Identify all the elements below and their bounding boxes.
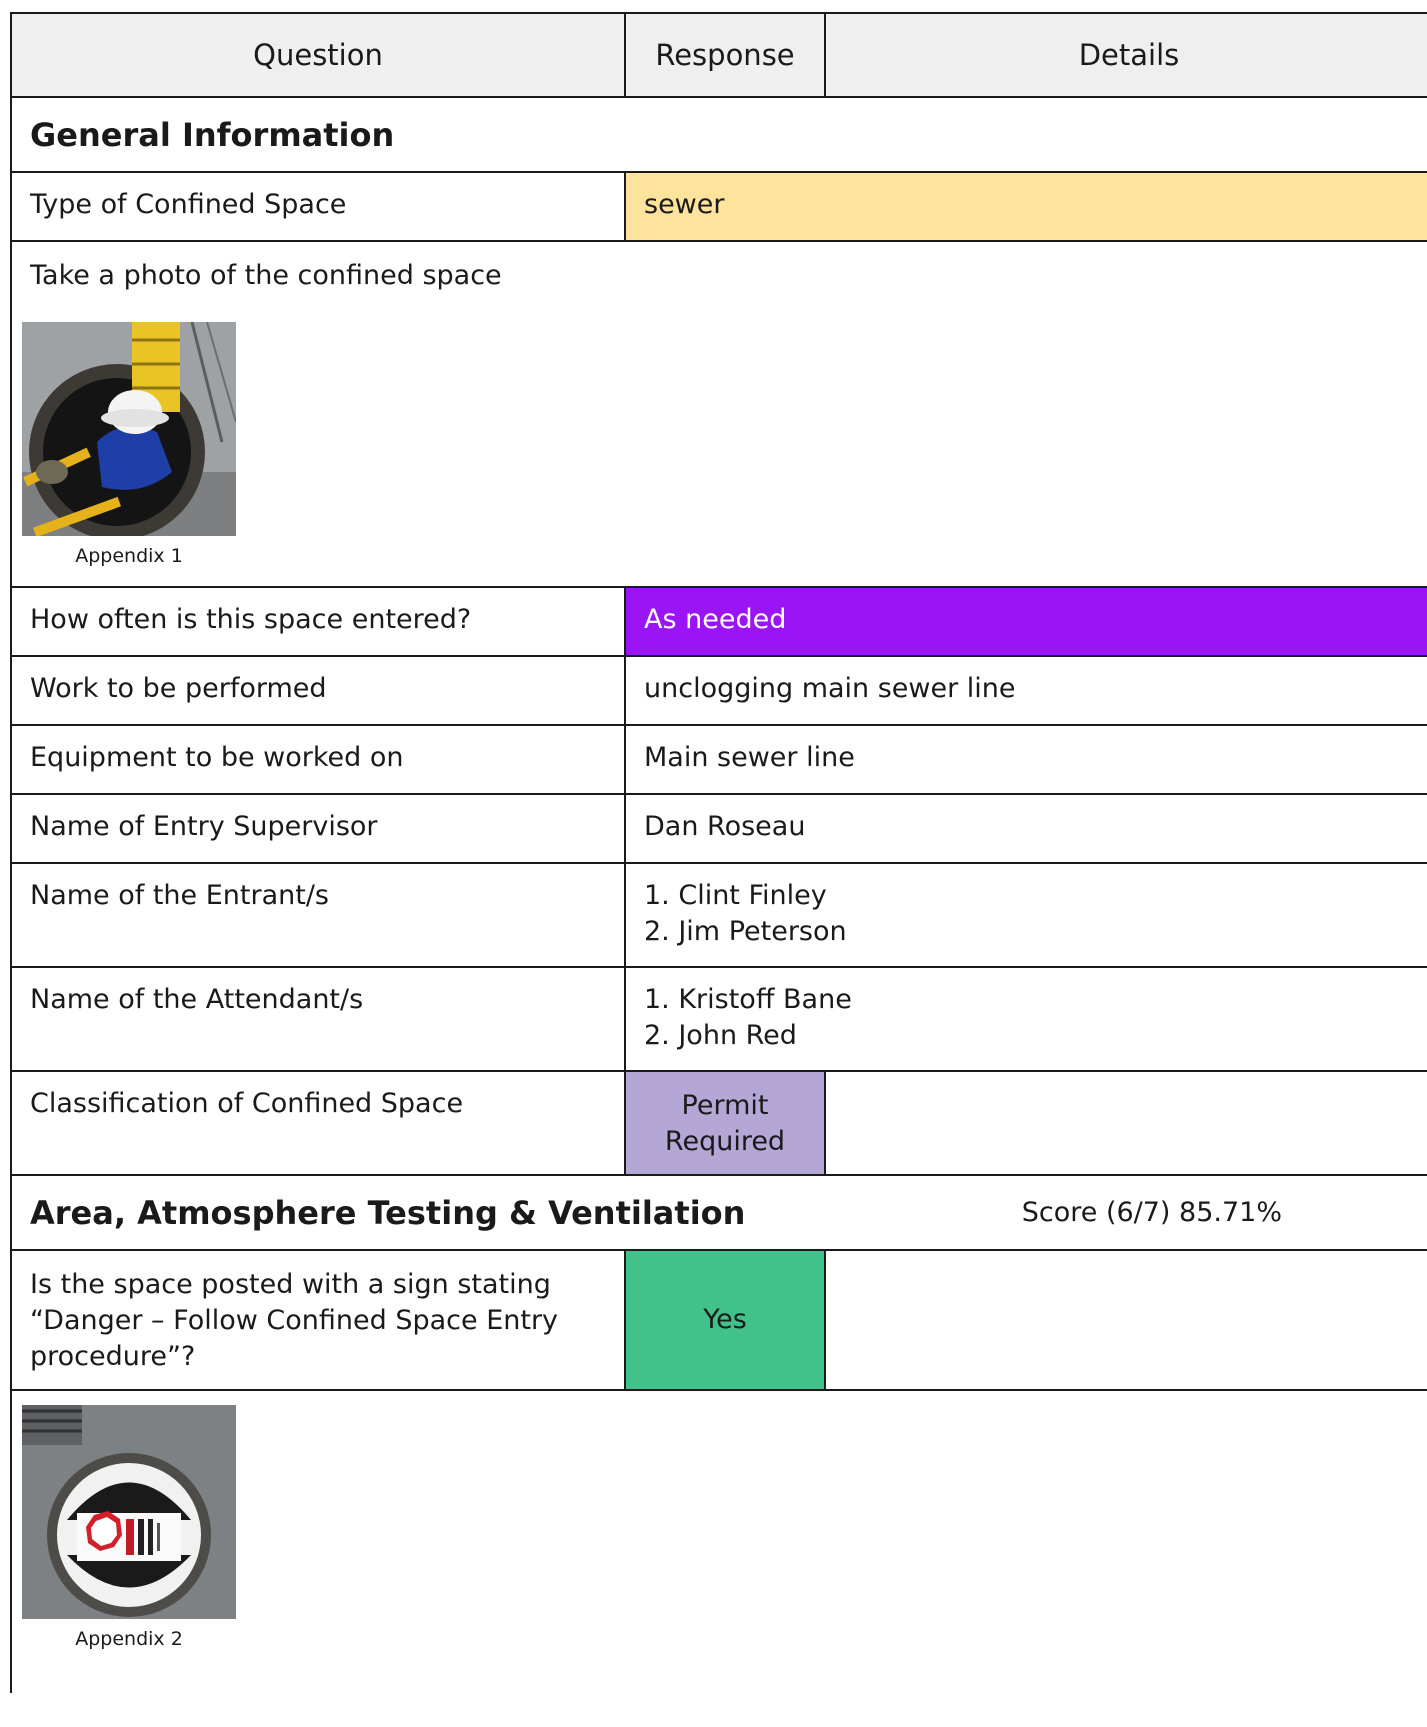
- question-line: Is the space posted with a sign stating: [30, 1269, 551, 1300]
- table-row-sign-posted: Is the space posted with a sign stating …: [12, 1251, 1427, 1391]
- confined-space-photo[interactable]: [22, 322, 236, 536]
- table-row-attendants: Name of the Attendant/s 1. Kristoff Bane…: [12, 968, 1427, 1072]
- table-row-type-of-space: Type of Confined Space sewer: [12, 173, 1427, 242]
- question-cell: Name of the Entrant/s: [12, 864, 626, 966]
- question-cell: Equipment to be worked on: [12, 726, 626, 793]
- question-line: “Danger – Follow Confined Space Entry: [30, 1305, 559, 1336]
- table-row-entrants: Name of the Entrant/s 1. Clint Finley 2.…: [12, 864, 1427, 968]
- table-row-photo: Take a photo of the confined space Appen…: [12, 242, 1427, 588]
- response-badge: Yes: [626, 1251, 826, 1389]
- table-row-classification: Classification of Confined Space Permit …: [12, 1072, 1427, 1176]
- table-row-work: Work to be performed unclogging main sew…: [12, 657, 1427, 726]
- table-row-photo-2: Appendix 2: [12, 1391, 1427, 1693]
- inspection-report-table: Question Response Details General Inform…: [10, 12, 1427, 1693]
- table-row-supervisor: Name of Entry Supervisor Dan Roseau: [12, 795, 1427, 864]
- question-cell: Classification of Confined Space: [12, 1072, 626, 1174]
- details-cell: [826, 1251, 1427, 1389]
- section-title: Area, Atmosphere Testing & Ventilation: [30, 1193, 746, 1232]
- attendant-name: 1. Kristoff Bane: [644, 984, 852, 1015]
- attendant-name: 2. John Red: [644, 1020, 797, 1051]
- question-cell: Is the space posted with a sign stating …: [12, 1251, 626, 1389]
- response-cell: 1. Clint Finley 2. Jim Peterson: [626, 864, 1427, 966]
- header-question: Question: [12, 14, 626, 96]
- details-cell: [826, 1072, 1427, 1174]
- table-row-entry-frequency: How often is this space entered? As need…: [12, 588, 1427, 657]
- section-score: Score (6/7) 85.71%: [1021, 1197, 1282, 1228]
- appendix-caption: Appendix 2: [75, 1628, 183, 1650]
- section-title: General Information: [30, 115, 395, 154]
- appendix-2[interactable]: Appendix 2: [22, 1405, 236, 1651]
- danger-sign-photo[interactable]: [22, 1405, 236, 1619]
- appendix-1[interactable]: Appendix 1: [22, 322, 236, 568]
- question-cell: Name of the Attendant/s: [12, 968, 626, 1070]
- question-cell: Work to be performed: [12, 657, 626, 724]
- response-cell: sewer: [626, 173, 1427, 240]
- question-cell: How often is this space entered?: [12, 588, 626, 655]
- response-cell: As needed: [626, 588, 1427, 655]
- response-badge: Permit Required: [626, 1072, 826, 1174]
- question-cell: Take a photo of the confined space: [30, 260, 502, 291]
- header-details: Details: [1078, 38, 1180, 72]
- section-general-information: General Information: [12, 98, 1427, 173]
- question-cell: Name of Entry Supervisor: [12, 795, 626, 862]
- response-cell: Dan Roseau: [644, 811, 806, 842]
- appendix-caption: Appendix 1: [75, 545, 183, 567]
- entrant-name: 1. Clint Finley: [644, 880, 827, 911]
- entrant-name: 2. Jim Peterson: [644, 916, 847, 947]
- header-response: Response: [626, 14, 826, 96]
- response-cell: 1. Kristoff Bane 2. John Red: [626, 968, 1427, 1070]
- table-header: Question Response Details: [12, 14, 1427, 98]
- question-cell: Type of Confined Space: [12, 173, 626, 240]
- response-line: Permit: [681, 1090, 769, 1121]
- section-area-atmosphere: Area, Atmosphere Testing & Ventilation S…: [12, 1176, 1427, 1251]
- question-line: procedure”?: [30, 1341, 196, 1372]
- table-row-equipment: Equipment to be worked on Main sewer lin…: [12, 726, 1427, 795]
- response-cell: Main sewer line: [644, 742, 855, 773]
- response-line: Required: [664, 1126, 786, 1157]
- response-cell: unclogging main sewer line: [644, 673, 1016, 704]
